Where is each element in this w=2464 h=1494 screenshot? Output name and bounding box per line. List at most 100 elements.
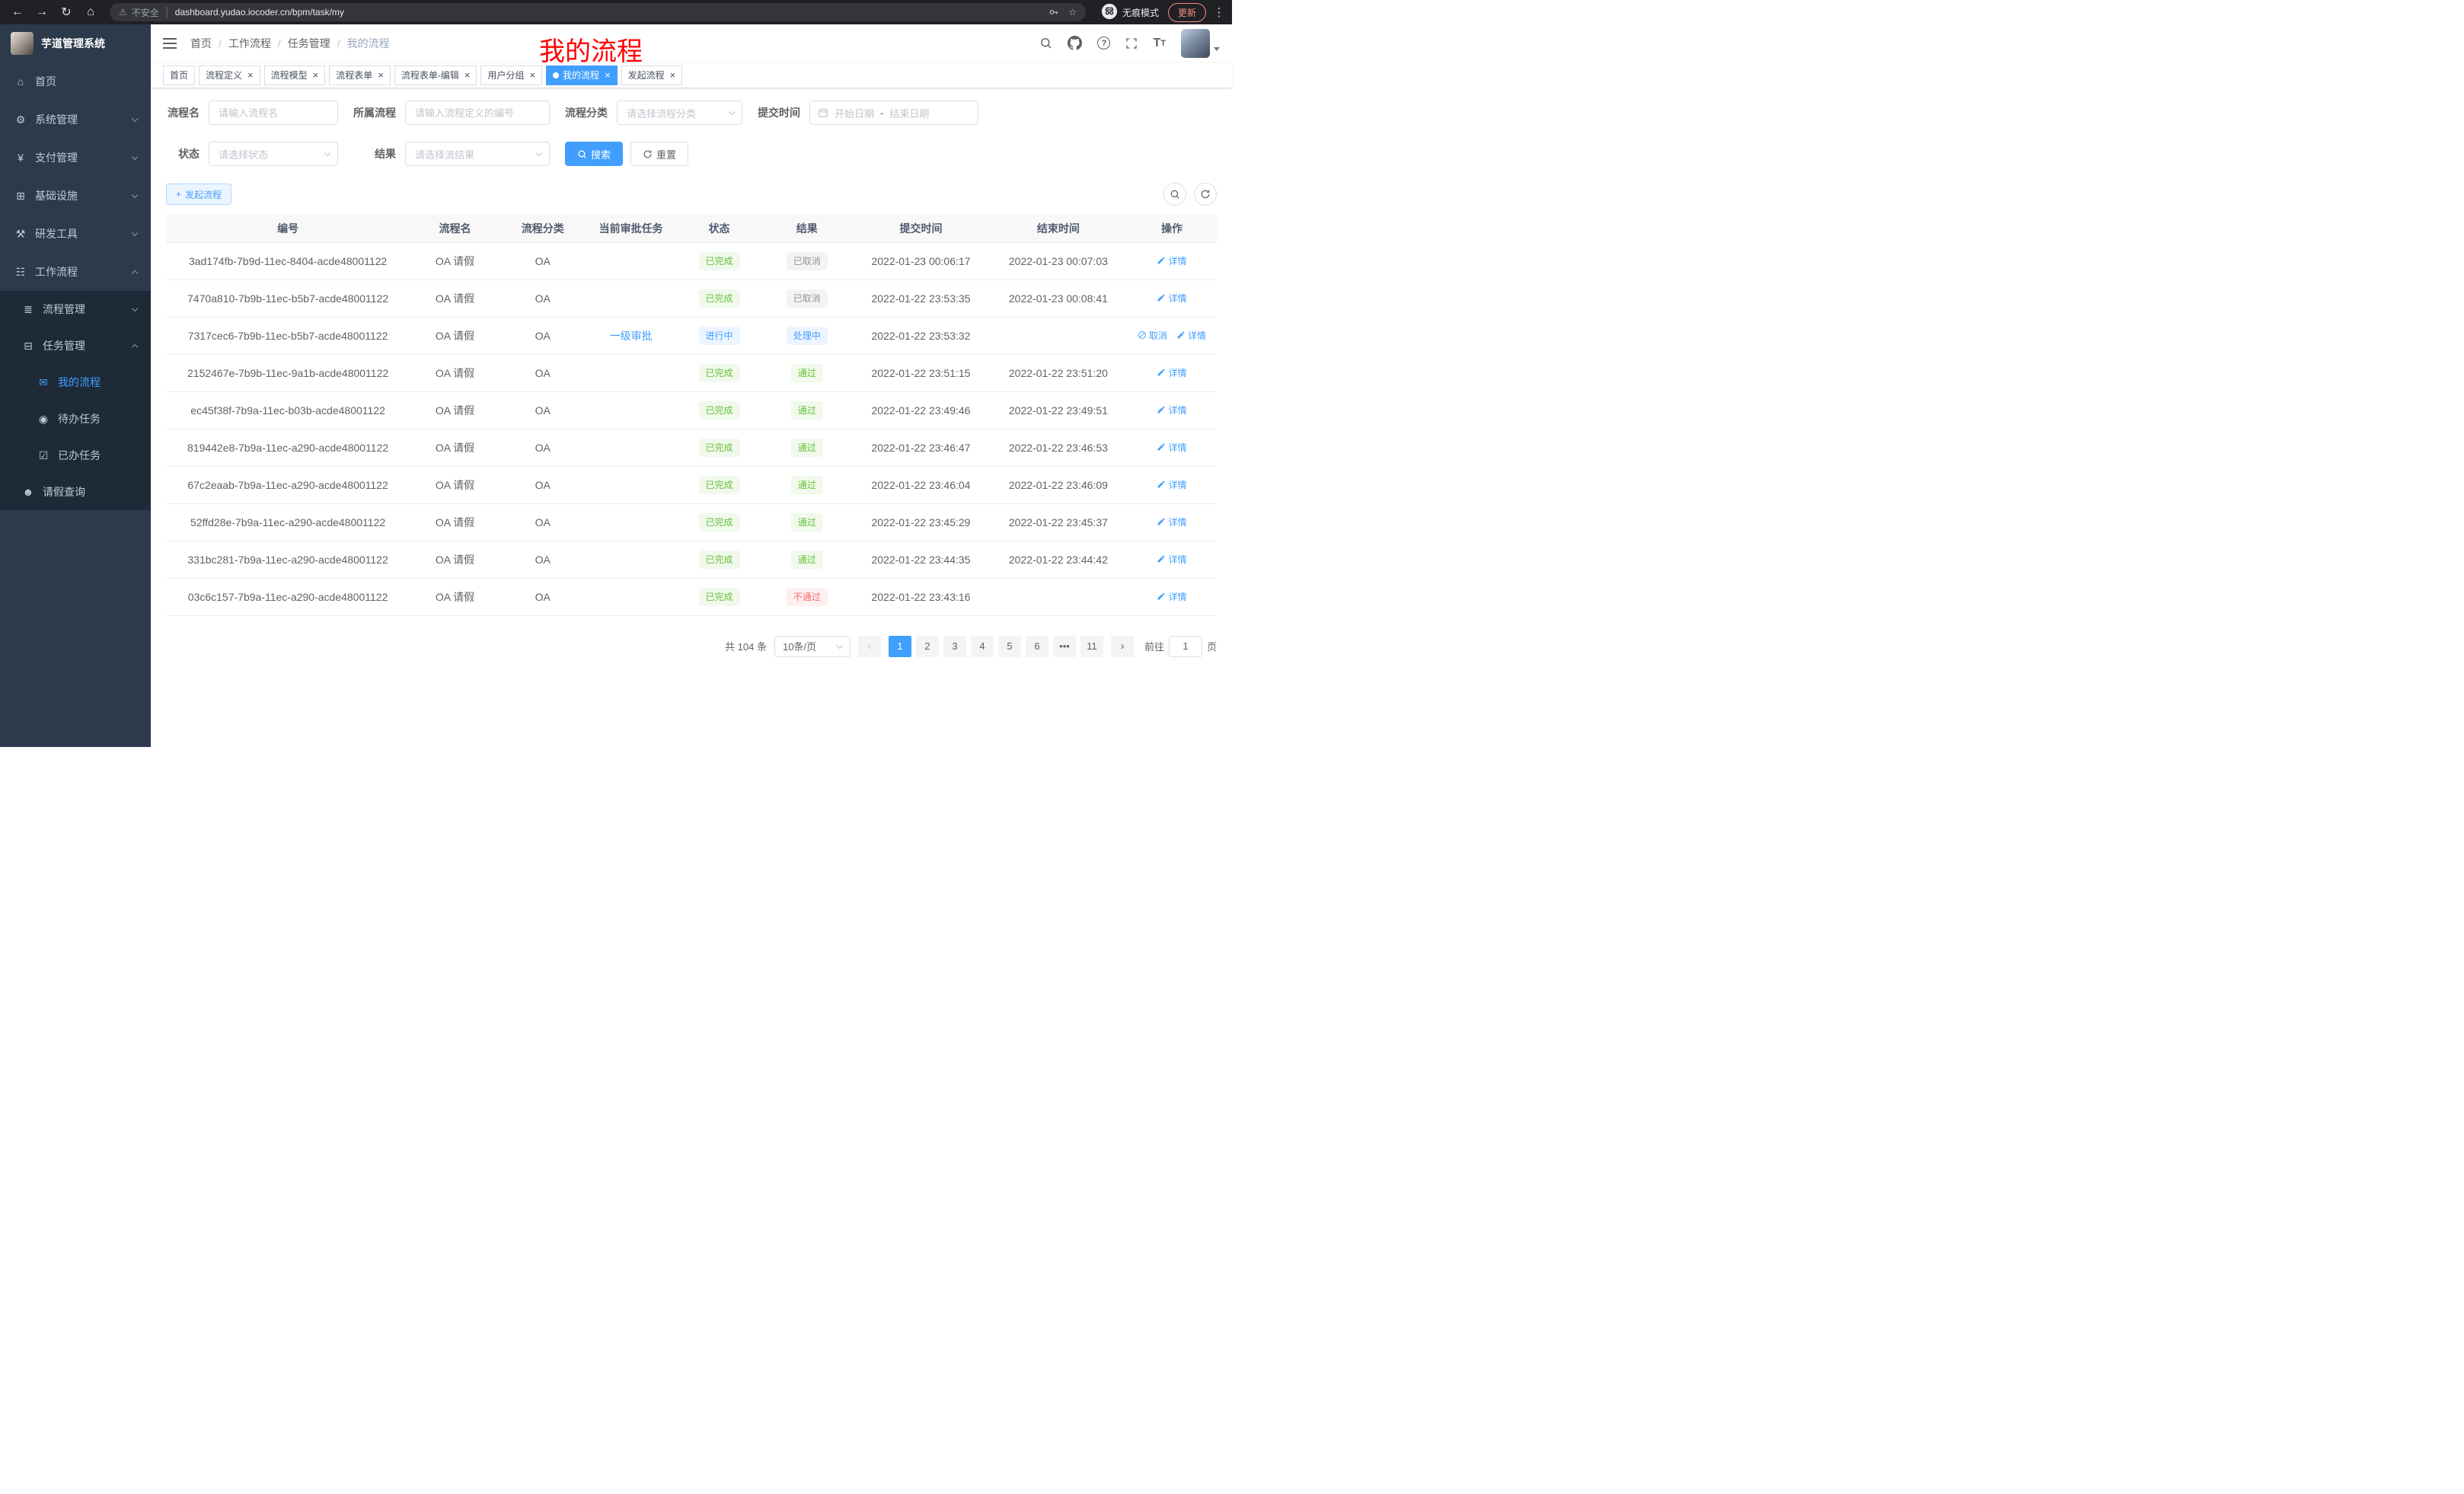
github-icon[interactable] [1068,36,1082,50]
tab-process-form[interactable]: 流程表单× [329,65,391,85]
tab-process-definition[interactable]: 流程定义× [199,65,260,85]
next-page-button[interactable]: › [1111,636,1134,657]
bookmark-star-icon[interactable]: ☆ [1068,7,1077,18]
tab-start-process[interactable]: 发起流程× [621,65,683,85]
sidebar-item-system-management[interactable]: ⚙系统管理 [0,101,151,139]
password-key-icon[interactable] [1048,7,1059,18]
browser-menu-icon[interactable]: ⋮ [1212,2,1226,23]
tab-process-model[interactable]: 流程模型× [264,65,326,85]
sidebar-item-done-tasks[interactable]: ☑已办任务 [0,437,151,474]
url-text[interactable]: dashboard.yudao.iocoder.cn/bpm/task/my [175,7,344,18]
tab-process-form-edit[interactable]: 流程表单-编辑× [394,65,477,85]
result-badge: 通过 [791,439,823,457]
tab-close-icon[interactable]: × [529,70,535,80]
cell-status: 已完成 [677,354,762,391]
owner-process-input[interactable] [405,101,550,125]
tab-close-icon[interactable]: × [605,70,611,80]
breadcrumb-item[interactable]: 首页 [190,36,212,51]
user-avatar[interactable] [1181,29,1220,58]
page-button[interactable]: 6 [1026,636,1048,657]
detail-button[interactable]: 详情 [1157,292,1186,305]
detail-button[interactable]: 详情 [1176,329,1206,342]
page-button[interactable]: 5 [998,636,1021,657]
detail-button[interactable]: 详情 [1157,404,1186,417]
page-button[interactable]: 4 [971,636,994,657]
cancel-button[interactable]: 取消 [1138,329,1167,342]
detail-button[interactable]: 详情 [1157,553,1186,566]
tab-my-process[interactable]: 我的流程× [546,65,618,85]
tab-close-icon[interactable]: × [378,70,384,80]
page-size-select[interactable]: 10条/页 [774,636,851,657]
process-name-input[interactable] [209,101,338,125]
tab-close-icon[interactable]: × [247,70,254,80]
page-button[interactable]: 2 [916,636,939,657]
start-process-label: 发起流程 [185,188,222,201]
breadcrumb-item[interactable]: 任务管理 [288,36,330,51]
search-icon[interactable] [1039,37,1052,49]
address-bar[interactable]: ⚠ 不安全 dashboard.yudao.iocoder.cn/bpm/tas… [110,3,1086,21]
security-label[interactable]: 不安全 [132,6,159,19]
detail-button[interactable]: 详情 [1157,366,1186,379]
browser-home-icon[interactable]: ⌂ [79,2,102,23]
sidebar-item-workflow[interactable]: ☷工作流程 [0,253,151,291]
browser-reload-icon[interactable]: ↻ [55,2,78,23]
prev-page-button[interactable]: ‹ [858,636,881,657]
active-tab-dot [553,72,559,78]
start-date-placeholder[interactable]: 开始日期 [835,106,874,120]
submit-time-range-picker[interactable]: 开始日期 - 结束日期 [809,101,978,125]
breadcrumb-item[interactable]: 工作流程 [228,36,271,51]
tab-home[interactable]: 首页 [163,65,195,85]
refresh-button[interactable] [1194,183,1217,206]
result-select[interactable]: 请选择流结果 [405,142,550,166]
tab-close-icon[interactable]: × [313,70,319,80]
cell-category: OA [500,429,586,466]
page-button[interactable]: 11 [1080,636,1103,657]
current-task-link[interactable]: 一级审批 [610,330,653,342]
detail-button[interactable]: 详情 [1157,254,1186,267]
cell-end-time: 2022-01-22 23:44:42 [990,541,1127,578]
cell-status: 已完成 [677,429,762,466]
tab-close-icon[interactable]: × [464,70,471,80]
search-toggle-button[interactable] [1163,183,1186,206]
cell-result: 处理中 [761,317,852,354]
tab-close-icon[interactable]: × [670,70,676,80]
status-badge: 已完成 [699,401,740,420]
browser-back-icon[interactable]: ← [6,2,29,23]
category-select[interactable]: 请选择流程分类 [617,101,742,125]
pager-more[interactable]: ••• [1053,636,1076,657]
status-select[interactable]: 请选择状态 [209,142,338,166]
browser-forward-icon[interactable]: → [30,2,53,23]
detail-button[interactable]: 详情 [1157,590,1186,603]
font-size-icon[interactable]: TT [1153,37,1166,50]
detail-button[interactable]: 详情 [1157,478,1186,491]
cell-current-task [586,503,677,541]
sidebar-item-infrastructure[interactable]: ⊞基础设施 [0,177,151,215]
sidebar-item-payment-management[interactable]: ¥支付管理 [0,139,151,177]
chevron-down-icon [729,109,735,115]
fullscreen-icon[interactable] [1125,37,1138,49]
sidebar-item-home[interactable]: ⌂首页 [0,62,151,101]
update-button[interactable]: 更新 [1168,3,1206,22]
sidebar-toggle-icon[interactable] [163,38,177,49]
sidebar-item-devtools[interactable]: ⚒研发工具 [0,215,151,253]
sidebar-item-task-management[interactable]: ⊟任务管理 [0,327,151,364]
sidebar-item-leave-query[interactable]: ☻请假查询 [0,474,151,510]
goto-page-input[interactable] [1169,636,1202,657]
goto-suffix: 页 [1207,639,1217,653]
help-icon[interactable]: ? [1097,37,1110,49]
sidebar-item-todo-tasks[interactable]: ◉待办任务 [0,401,151,437]
status-badge: 已完成 [699,513,740,532]
page-button[interactable]: 1 [889,636,911,657]
detail-button[interactable]: 详情 [1157,516,1186,528]
page-button[interactable]: 3 [943,636,966,657]
end-date-placeholder[interactable]: 结束日期 [889,106,929,120]
start-process-button[interactable]: + 发起流程 [166,184,231,205]
app-logo[interactable]: 芋道管理系统 [0,24,151,62]
reset-button[interactable]: 重置 [630,142,688,166]
detail-button[interactable]: 详情 [1157,441,1186,454]
sidebar-item-my-process[interactable]: ✉我的流程 [0,364,151,401]
search-button[interactable]: 搜索 [565,142,623,166]
sidebar-item-process-management[interactable]: ≣流程管理 [0,291,151,327]
tab-user-group[interactable]: 用户分组× [480,65,542,85]
chevron-down-icon [132,305,138,311]
